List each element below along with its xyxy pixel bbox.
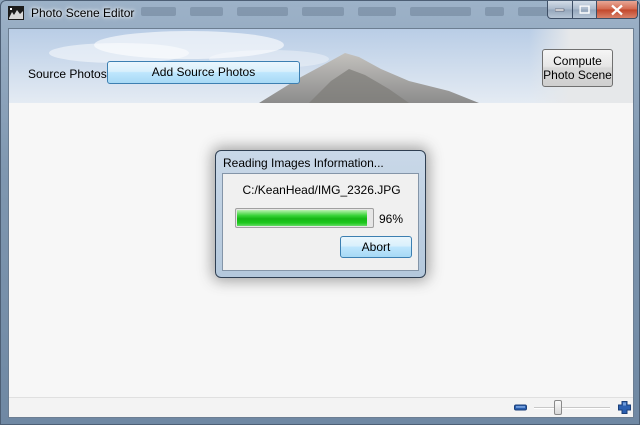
compute-photo-scene-button[interactable]: Compute Photo Scene — [542, 49, 613, 87]
minimize-button[interactable] — [547, 1, 573, 19]
reading-images-dialog: Reading Images Information... C:/KeanHea… — [215, 150, 426, 278]
header-banner: Source Photos Add Source Photos Compute … — [9, 29, 633, 103]
photo-scene-app-icon — [8, 6, 24, 20]
compute-button-line1: Compute — [553, 54, 602, 68]
progress-bar — [235, 208, 374, 228]
dialog-content: C:/KeanHead/IMG_2326.JPG 96% Abort — [222, 173, 419, 271]
add-source-photos-button[interactable]: Add Source Photos — [107, 61, 300, 84]
zoom-in-icon[interactable] — [618, 401, 631, 414]
background-taskbar-ghost — [141, 5, 562, 19]
maximize-button[interactable] — [572, 1, 597, 19]
zoom-slider-track[interactable] — [534, 407, 610, 409]
compute-button-line2: Photo Scene — [543, 68, 612, 82]
photo-scene-editor-window: Photo Scene Editor Source Photos Add Sou… — [0, 0, 640, 425]
close-button[interactable] — [596, 1, 638, 19]
dialog-title: Reading Images Information... — [223, 156, 384, 170]
current-file-path: C:/KeanHead/IMG_2326.JPG — [242, 183, 401, 197]
close-icon — [611, 4, 623, 15]
progress-percent-label: 96% — [379, 212, 404, 226]
zoom-slider-thumb[interactable] — [554, 400, 562, 415]
title-bar[interactable]: Photo Scene Editor — [1, 1, 639, 27]
maximize-icon — [579, 5, 590, 14]
source-photos-label: Source Photos — [28, 67, 107, 81]
progress-bar-fill — [237, 210, 367, 226]
status-bar — [9, 397, 633, 417]
window-title: Photo Scene Editor — [31, 6, 135, 20]
minimize-icon — [555, 8, 565, 11]
zoom-out-icon[interactable] — [514, 401, 527, 414]
abort-button[interactable]: Abort — [340, 236, 412, 258]
